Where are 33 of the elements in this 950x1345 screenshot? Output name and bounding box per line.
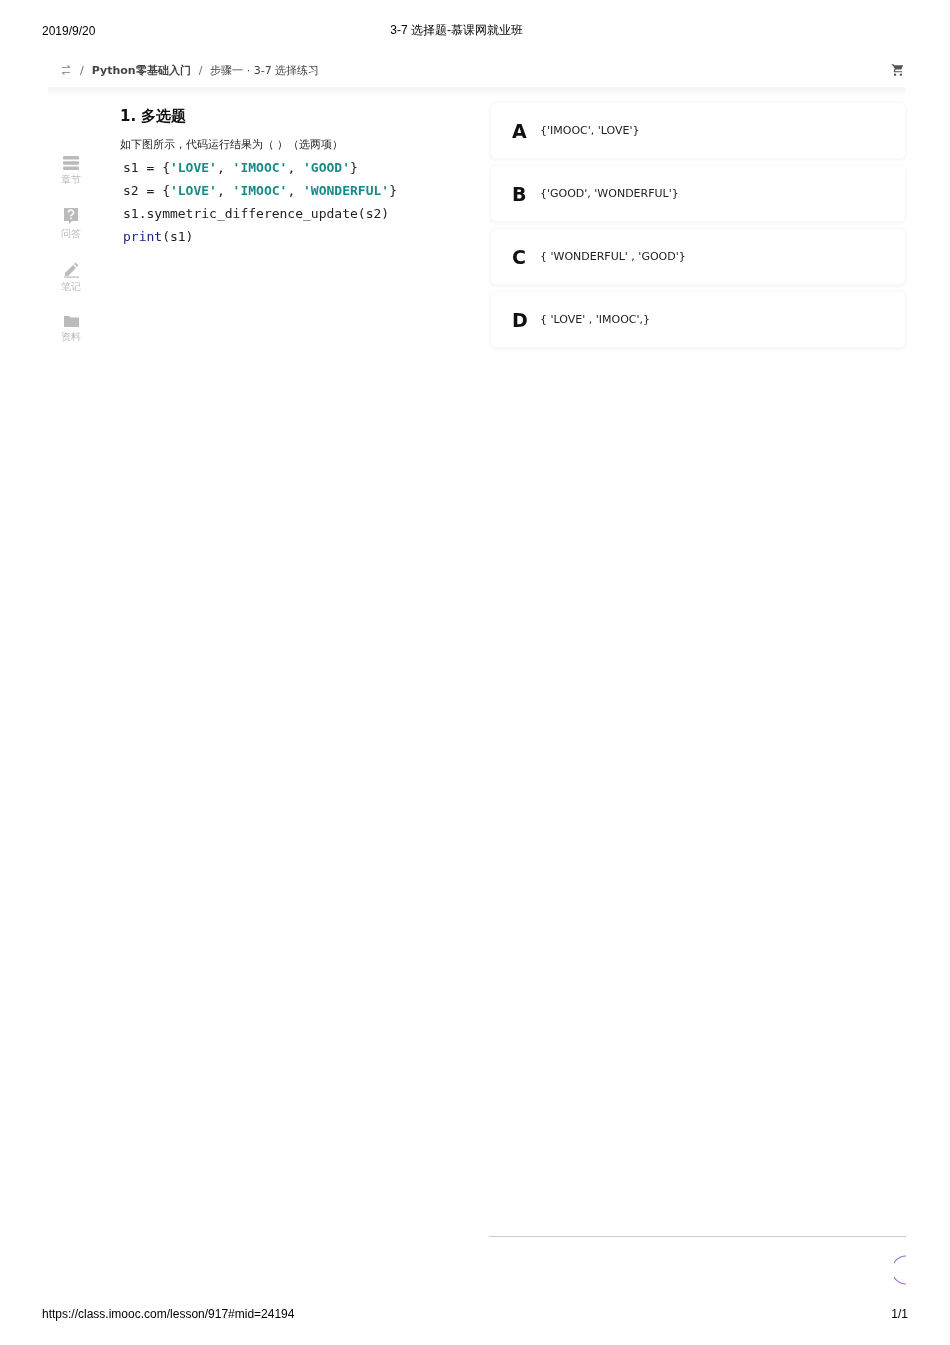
option-text: {'IMOOC', 'LOVE'}	[540, 124, 640, 137]
answer-option[interactable]: B {'GOOD', 'WONDERFUL'}	[490, 165, 906, 222]
option-text: { 'LOVE' , 'IMOOC',}	[540, 313, 650, 326]
code-line: s1 = {'LOVE', 'IMOOC', 'GOOD'}	[123, 160, 359, 175]
question-title: 1. 多选题	[120, 107, 188, 126]
pencil-icon	[62, 261, 80, 278]
breadcrumb-separator: /	[80, 63, 84, 77]
breadcrumb-link[interactable]: Python零基础入门	[91, 62, 191, 78]
code-line: print(s1)	[123, 229, 195, 244]
print-page-number: 1/1	[891, 1307, 908, 1321]
answer-option[interactable]: D { 'LOVE' , 'IMOOC',}	[490, 291, 906, 348]
option-letter: C	[512, 245, 527, 268]
option-text: { 'WONDERFUL' , 'GOOD'}	[540, 250, 686, 263]
arc-icon	[894, 1255, 906, 1285]
option-letter: B	[512, 182, 528, 205]
option-letter: D	[512, 308, 529, 331]
list-icon	[62, 155, 80, 171]
answer-option[interactable]: A {'IMOOC', 'LOVE'}	[490, 102, 906, 159]
switch-icon[interactable]	[60, 64, 72, 76]
print-url: https://class.imooc.com/lesson/917#mid=24194	[42, 1307, 295, 1321]
option-text: {'GOOD', 'WONDERFUL'}	[540, 187, 679, 200]
cart-icon[interactable]	[891, 63, 905, 77]
print-date: 2019/9/20	[42, 23, 96, 38]
breadcrumb-separator: /	[198, 63, 203, 77]
answer-option[interactable]: C { 'WONDERFUL' , 'GOOD'}	[490, 228, 906, 285]
question-prompt: 如下图所示，代码运行结果为（ ）（选两项）	[120, 138, 345, 152]
option-letter: A	[512, 119, 528, 142]
print-title: 3-7 选择题-慕课网就业班	[389, 22, 525, 39]
breadcrumb-link[interactable]: 步骤一 · 3-7 选择练习	[210, 62, 320, 78]
question-icon	[63, 207, 79, 225]
code-line: s2 = {'LOVE', 'IMOOC', 'WONDERFUL'}	[123, 183, 398, 198]
folder-icon	[62, 314, 80, 328]
code-line: s1.symmetric_difference_update(s2)	[123, 206, 391, 221]
